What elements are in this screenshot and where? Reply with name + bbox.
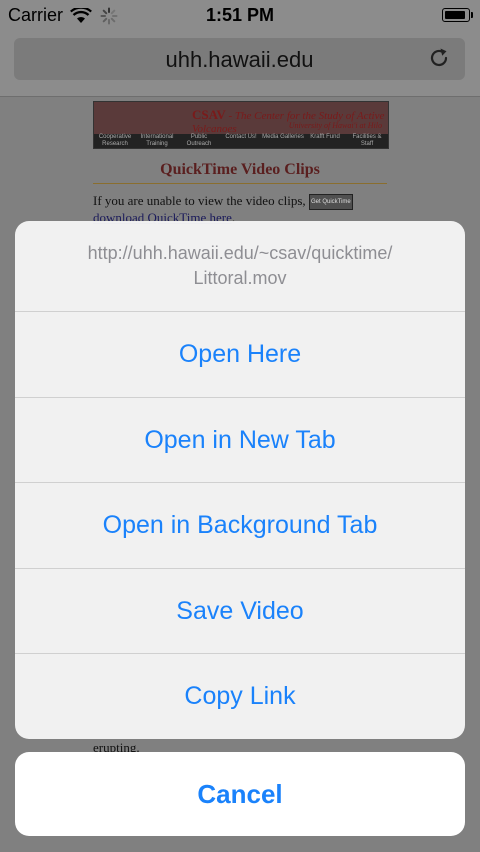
nav-link[interactable]: Cooperative Research (94, 134, 136, 148)
browser-toolbar: uhh.hawaii.edu (0, 32, 480, 97)
nav-link[interactable]: Media Galleries (262, 134, 304, 148)
nav-link[interactable]: Facilities & Staff (346, 134, 388, 148)
address-domain: uhh.hawaii.edu (165, 47, 314, 72)
save-video-button[interactable]: Save Video (15, 569, 465, 654)
address-bar[interactable]: uhh.hawaii.edu (14, 38, 465, 80)
page-title: QuickTime Video Clips (93, 161, 387, 184)
open-here-button[interactable]: Open Here (15, 312, 465, 398)
link-url: http://uhh.hawaii.edu/~csav/quicktime/ (87, 243, 393, 263)
action-sheet: http://uhh.hawaii.edu/~csav/quicktime/ L… (15, 221, 465, 739)
battery-icon (442, 8, 473, 22)
nav-link[interactable]: International Training (136, 134, 178, 148)
open-in-background-tab-button[interactable]: Open in Background Tab (15, 483, 465, 569)
clock: 1:51 PM (205, 5, 275, 25)
cancel-button[interactable]: Cancel (15, 752, 465, 836)
link-filename: Littoral.mov (193, 268, 287, 288)
nav-link[interactable]: Public Outreach (178, 134, 220, 148)
copy-link-button[interactable]: Copy Link (15, 654, 465, 739)
get-quicktime-badge[interactable]: Get QuickTime (308, 194, 353, 211)
action-sheet-title: http://uhh.hawaii.edu/~csav/quicktime/ L… (15, 221, 465, 312)
open-in-new-tab-button[interactable]: Open in New Tab (15, 398, 465, 483)
nav-link[interactable]: Krafft Fund (304, 134, 346, 148)
paragraph-text: If you are unable to view the video clip… (93, 193, 306, 208)
reload-icon[interactable] (427, 46, 451, 70)
banner-nav: Cooperative Research International Train… (94, 134, 388, 148)
nav-link[interactable]: Contact Us! (220, 134, 262, 148)
status-bar: Carrier 1:51 PM (0, 0, 480, 32)
csav-banner[interactable]: CSAV - The Center for the Study of Activ… (93, 101, 389, 149)
banner-subtitle: University of Hawai'i at Hilo (288, 121, 382, 130)
